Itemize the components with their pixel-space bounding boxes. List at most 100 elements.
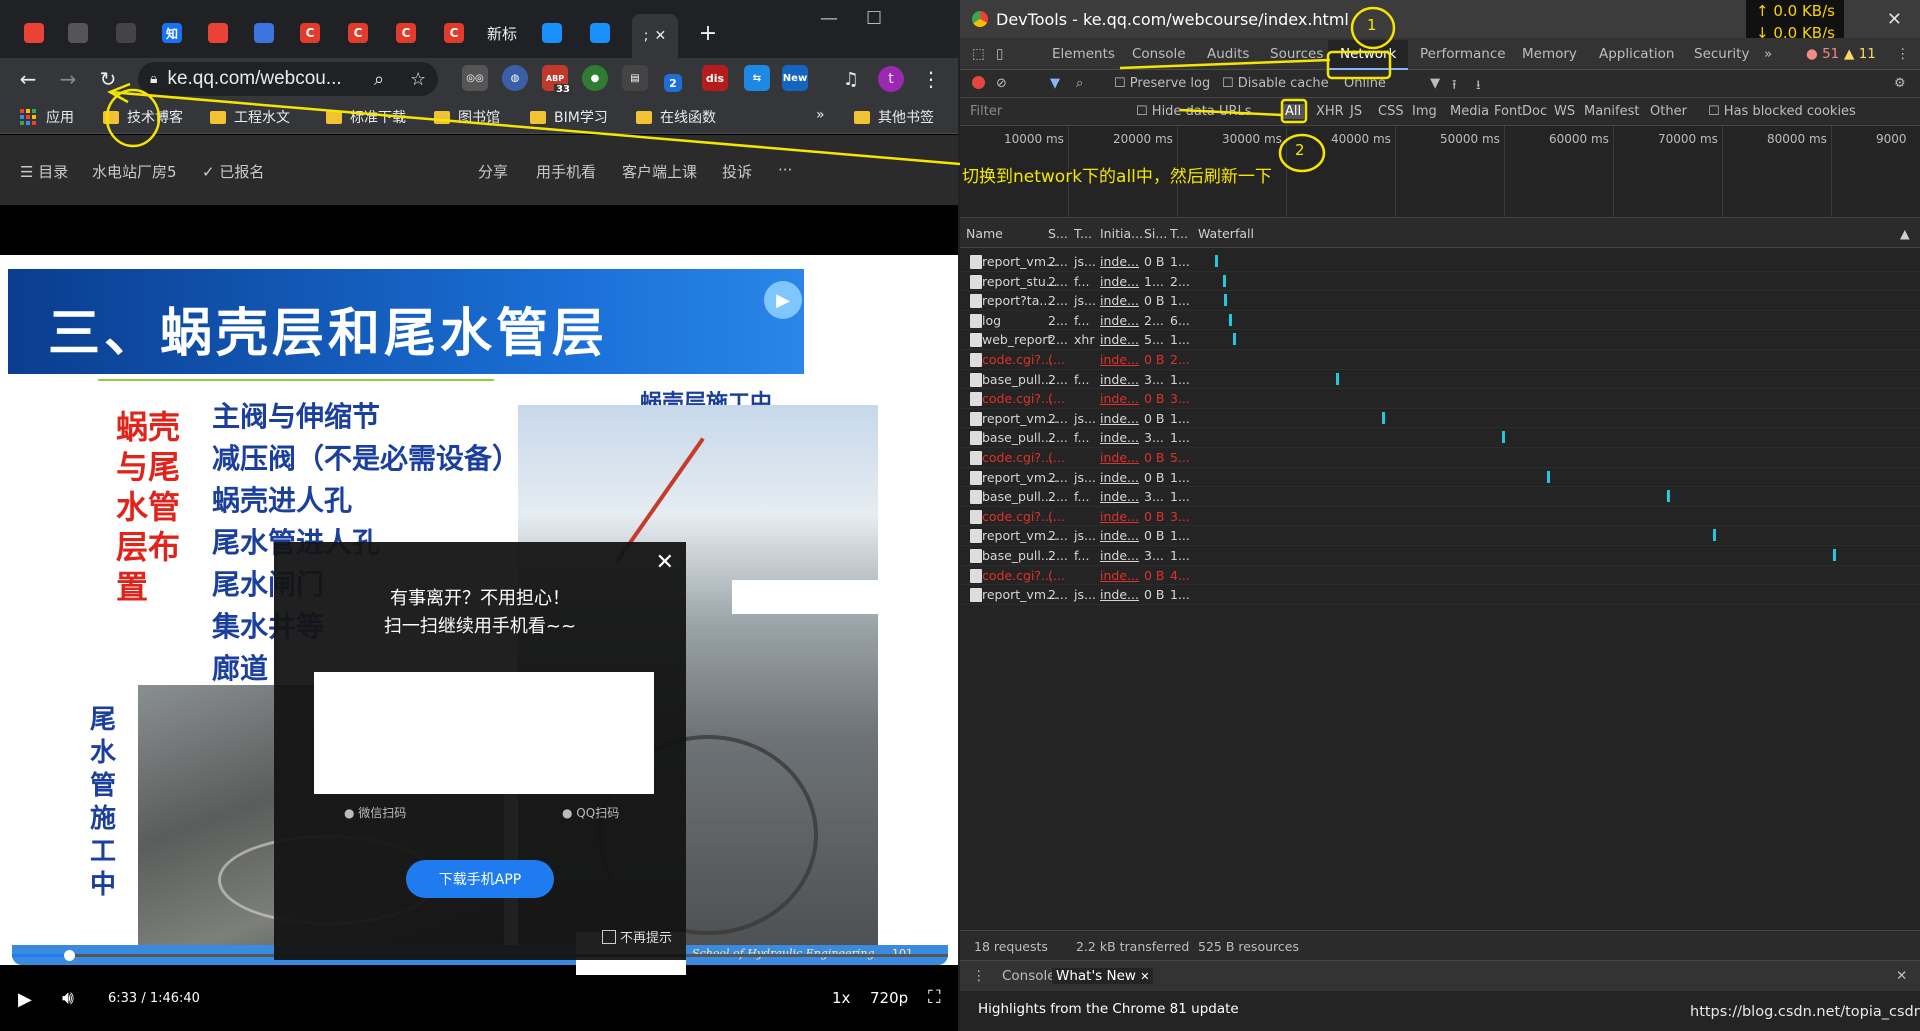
tab[interactable]: C <box>288 18 332 48</box>
tab[interactable]: 新标 <box>480 18 524 48</box>
network-row[interactable]: code.cgi?... (... inde... 0 B 4... <box>960 566 1920 586</box>
tab-active[interactable]: ; ✕ <box>632 14 678 58</box>
tab-sources[interactable]: Sources <box>1270 46 1323 62</box>
hide-data-urls-checkbox[interactable]: ☐ Hide data URLs <box>1136 104 1252 119</box>
cell-init[interactable]: inde... <box>1100 332 1139 347</box>
cell-init[interactable]: inde... <box>1100 372 1139 387</box>
fullscreen-icon[interactable]: ⛶ <box>928 987 941 1008</box>
extension-share-icon[interactable]: ⇆ <box>744 65 770 91</box>
bookmark-hydrology[interactable]: 工程水文 <box>210 107 290 127</box>
network-row[interactable]: base_pull... 2... f... inde... 3... 1... <box>960 487 1920 507</box>
extension-dis-icon[interactable]: dis <box>702 65 728 91</box>
back-icon[interactable]: ← <box>13 64 43 94</box>
tab[interactable]: C <box>336 18 380 48</box>
network-row[interactable]: report_vm... 2... js... inde... 0 B 1... <box>960 526 1920 546</box>
forward-icon[interactable]: → <box>53 64 83 94</box>
search-icon[interactable]: ⌕ <box>1076 76 1083 91</box>
cell-init[interactable]: inde... <box>1100 313 1139 328</box>
network-row[interactable]: report_stu... 2... f... inde... 1... 2... <box>960 272 1920 292</box>
network-row[interactable]: report_vm... 2... js... inde... 0 B 1... <box>960 585 1920 605</box>
cell-init[interactable]: inde... <box>1100 352 1139 367</box>
tab[interactable]: C <box>384 18 428 48</box>
bookmark-bim[interactable]: BIM学习 <box>530 107 608 127</box>
cell-init[interactable]: inde... <box>1100 430 1139 445</box>
network-row[interactable]: log 2... f... inde... 2... 6... <box>960 311 1920 331</box>
col-size[interactable]: Si... <box>1144 226 1167 241</box>
network-row[interactable]: report?ta... 2... js... inde... 0 B 1... <box>960 291 1920 311</box>
preserve-log-checkbox[interactable]: ☐ Preserve log <box>1114 76 1210 91</box>
bookmark-tech-blog[interactable]: 技术博客 <box>103 107 183 127</box>
type-filter-font[interactable]: Font <box>1494 104 1522 119</box>
cell-init[interactable]: inde... <box>1100 293 1139 308</box>
cell-init[interactable]: inde... <box>1100 568 1139 583</box>
tab[interactable] <box>530 18 574 48</box>
bookmark-other[interactable]: 其他书签 <box>854 107 934 127</box>
type-filter-all[interactable]: All <box>1282 104 1305 119</box>
clear-icon[interactable]: ⊘ <box>996 76 1007 91</box>
close-drawer-icon[interactable]: ✕ <box>1896 968 1907 984</box>
minimize-icon[interactable]: — <box>820 8 838 29</box>
address-bar[interactable]: 🔒︎ ke.qq.com/webcou... ⌕ ☆ <box>138 62 438 96</box>
extension-two-icon[interactable]: 2 <box>664 74 682 92</box>
bookmark-apps[interactable]: 应用 <box>20 107 74 127</box>
maximize-icon[interactable]: ☐ <box>866 8 882 29</box>
tab-elements[interactable]: Elements <box>1052 46 1115 62</box>
network-row[interactable]: code.cgi?... (... inde... 0 B 2... <box>960 350 1920 370</box>
tab-performance[interactable]: Performance <box>1420 46 1506 62</box>
export-har-icon[interactable]: ⭳ <box>1476 76 1481 98</box>
adblock-icon[interactable]: ABP 33 <box>542 65 572 95</box>
network-row[interactable]: base_pull... 2... f... inde... 3... 1... <box>960 370 1920 390</box>
tab[interactable]: 知 <box>150 18 194 48</box>
checkbox[interactable] <box>601 929 616 944</box>
complain-button[interactable]: 投诉 <box>722 161 752 182</box>
volume-icon[interactable]: 🔊︎ <box>62 987 74 1009</box>
network-row[interactable]: base_pull... 2... f... inde... 3... 1... <box>960 546 1920 566</box>
client-class-button[interactable]: 客户端上课 <box>622 161 697 182</box>
network-row[interactable]: web_report 2... xhr inde... 5... 1... <box>960 330 1920 350</box>
import-har-icon[interactable]: ⭱ <box>1452 76 1457 98</box>
network-row[interactable]: base_pull... 2... f... inde... 3... 1... <box>960 428 1920 448</box>
network-row[interactable]: report_vm... 2... js... inde... 0 B 1... <box>960 468 1920 488</box>
tab-application[interactable]: Application <box>1599 46 1674 62</box>
extension-globe-icon[interactable]: ◍ <box>502 65 528 91</box>
settings-gear-icon[interactable]: ⚙ <box>1894 76 1906 91</box>
cell-init[interactable]: inde... <box>1100 391 1139 406</box>
cell-init[interactable]: inde... <box>1100 411 1139 426</box>
cell-init[interactable]: inde... <box>1100 274 1139 289</box>
col-waterfall[interactable]: Waterfall <box>1198 226 1254 241</box>
modal-close-icon[interactable]: ✕ <box>656 550 674 575</box>
tab[interactable]: C <box>432 18 476 48</box>
reload-icon[interactable]: ↻ <box>93 64 123 94</box>
devtools-menu-icon[interactable]: ⋮ <box>1896 46 1910 62</box>
tab-console[interactable]: Console <box>1132 46 1186 62</box>
type-filter-manifest[interactable]: Manifest <box>1584 104 1639 119</box>
device-toggle-icon[interactable]: ▯ <box>996 46 1003 62</box>
bookmarks-more-icon[interactable]: » <box>816 107 825 123</box>
blocked-cookies-checkbox[interactable]: ☐ Has blocked cookies <box>1708 104 1856 119</box>
col-status[interactable]: S... <box>1048 226 1068 241</box>
download-app-button[interactable]: 下载手机APP <box>406 860 554 898</box>
media-control-icon[interactable]: ♫ <box>836 64 866 94</box>
cell-init[interactable]: inde... <box>1100 509 1139 524</box>
progress-handle[interactable] <box>64 950 76 961</box>
col-time[interactable]: T... <box>1170 226 1188 241</box>
network-row[interactable]: code.cgi?... (... inde... 0 B 5... <box>960 448 1920 468</box>
more-tabs-icon[interactable]: » <box>1764 46 1772 62</box>
inspect-icon[interactable]: ⬚ <box>972 46 985 62</box>
new-tab-button[interactable]: + <box>690 18 726 48</box>
cell-init[interactable]: inde... <box>1100 470 1139 485</box>
drawer-tab-console[interactable]: Console <box>1002 968 1056 984</box>
bookmark-functions[interactable]: 在线函数 <box>636 107 716 127</box>
disable-cache-checkbox[interactable]: ☐ Disable cache <box>1222 76 1329 91</box>
throttling-select[interactable]: Online ▼ <box>1344 76 1440 91</box>
menu-kebab-icon[interactable]: ⋮ <box>916 64 946 94</box>
record-icon[interactable] <box>972 76 985 89</box>
network-row[interactable]: report_vm... 2... js... inde... 0 B 1... <box>960 409 1920 429</box>
type-filter-xhr[interactable]: XHR <box>1316 104 1344 119</box>
bookmark-standards[interactable]: 标准下载 <box>326 107 406 127</box>
col-name[interactable]: Name <box>966 226 1003 241</box>
type-filter-media[interactable]: Media <box>1450 104 1489 119</box>
speed-button[interactable]: 1x <box>832 989 850 1007</box>
extension-new-icon[interactable]: New <box>782 65 808 91</box>
col-type[interactable]: T... <box>1074 226 1092 241</box>
